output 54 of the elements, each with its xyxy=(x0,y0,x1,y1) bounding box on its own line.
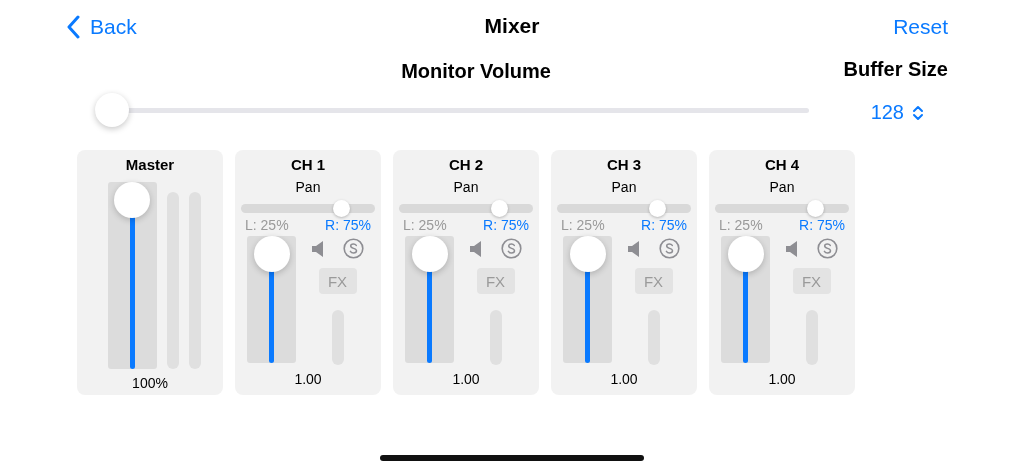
solo-icon[interactable] xyxy=(659,238,680,259)
monitor-volume-label: Monitor Volume xyxy=(401,60,551,83)
fader-thumb[interactable] xyxy=(727,236,764,272)
monitor-volume-slider[interactable] xyxy=(95,93,809,129)
up-down-chevron-icon xyxy=(912,103,924,122)
pan-label: Pan xyxy=(769,179,795,195)
speaker-icon[interactable] xyxy=(627,240,641,257)
pan-right-reading: R: 75% xyxy=(641,217,687,233)
channel-level-reading: 1.00 xyxy=(294,371,322,387)
strip-name: Master xyxy=(125,156,175,173)
pan-left-reading: L: 25% xyxy=(561,217,605,233)
solo-icon[interactable] xyxy=(501,238,522,259)
speaker-icon[interactable] xyxy=(469,240,483,257)
solo-icon[interactable] xyxy=(817,238,838,259)
fader-thumb[interactable] xyxy=(253,236,290,272)
pan-label: Pan xyxy=(611,179,637,195)
pan-right-reading: R: 75% xyxy=(483,217,529,233)
reset-button[interactable]: Reset xyxy=(893,15,948,39)
master-level-reading: 100% xyxy=(132,375,168,391)
pan-right-reading: R: 75% xyxy=(799,217,845,233)
slider-thumb[interactable] xyxy=(95,93,129,127)
pan-right-reading: R: 75% xyxy=(325,217,371,233)
channel-fader[interactable] xyxy=(721,236,770,363)
channel-fader[interactable] xyxy=(563,236,612,363)
pan-label: Pan xyxy=(453,179,479,195)
chevron-left-icon xyxy=(66,15,80,39)
fader-thumb[interactable] xyxy=(411,236,448,272)
strip-name: CH 4 xyxy=(764,156,800,173)
channel-fader[interactable] xyxy=(405,236,454,363)
master-fader[interactable] xyxy=(107,182,157,369)
pan-left-reading: L: 25% xyxy=(403,217,447,233)
strip-name: CH 2 xyxy=(448,156,484,173)
pan-thumb[interactable] xyxy=(332,200,350,217)
channel-level-reading: 1.00 xyxy=(768,371,796,387)
solo-icon[interactable] xyxy=(343,238,364,259)
pan-left-reading: L: 25% xyxy=(245,217,289,233)
strip-name: CH 3 xyxy=(606,156,642,173)
fader-thumb[interactable] xyxy=(569,236,606,272)
screen-title: Mixer xyxy=(483,14,541,38)
strip-name: CH 1 xyxy=(290,156,326,173)
channel-fader[interactable] xyxy=(247,236,296,363)
pan-thumb[interactable] xyxy=(806,200,824,217)
back-button[interactable]: Back xyxy=(66,15,137,39)
pan-left-reading: L: 25% xyxy=(719,217,763,233)
pan-thumb[interactable] xyxy=(490,200,508,217)
pan-thumb[interactable] xyxy=(648,200,666,217)
channel-level-reading: 1.00 xyxy=(452,371,480,387)
buffer-size-label: Buffer Size xyxy=(843,58,948,81)
pan-label: Pan xyxy=(295,179,321,195)
buffer-size-picker[interactable]: 128 xyxy=(870,101,924,124)
speaker-icon[interactable] xyxy=(785,240,799,257)
channel-level-reading: 1.00 xyxy=(610,371,638,387)
speaker-icon[interactable] xyxy=(311,240,325,257)
fader-thumb[interactable] xyxy=(114,182,150,218)
